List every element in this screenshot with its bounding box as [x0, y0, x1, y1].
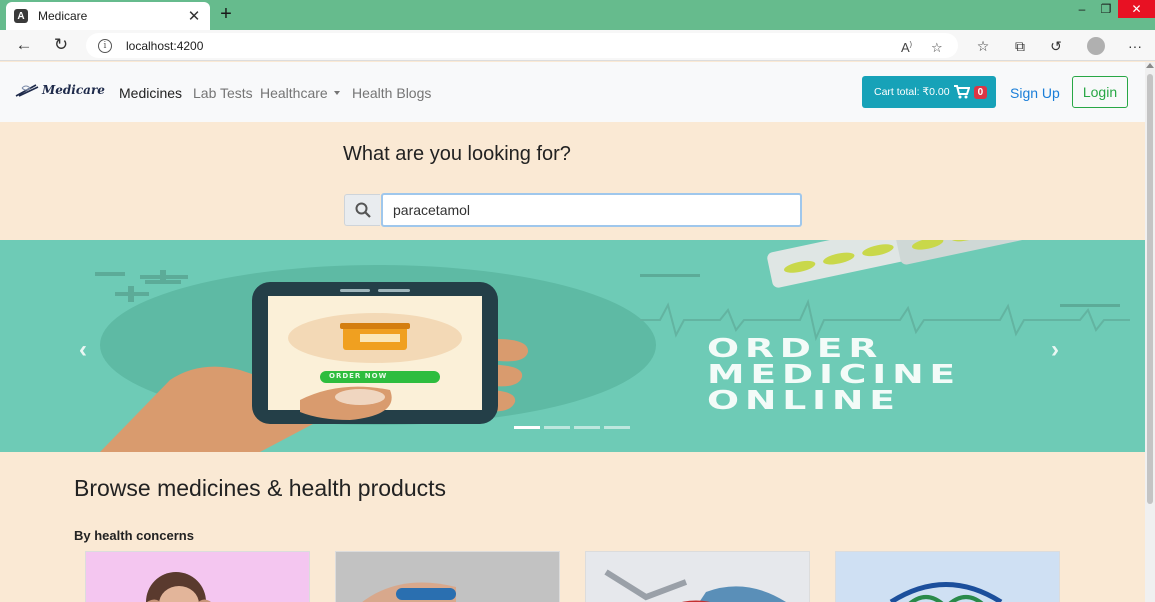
cart-total-label: Cart total: ₹0.00: [874, 86, 950, 98]
read-aloud-icon[interactable]: A): [901, 40, 912, 55]
window-close-icon[interactable]: ✕: [1118, 0, 1155, 18]
history-icon[interactable]: ↺: [1045, 35, 1067, 57]
health-concerns-label: By health concerns: [74, 528, 194, 543]
site-info-icon[interactable]: i: [98, 38, 112, 53]
carousel-indicator[interactable]: [514, 426, 540, 429]
address-bar[interactable]: i localhost:4200 A) ☆: [86, 33, 958, 58]
search-icon: [355, 202, 371, 218]
tab-close-icon[interactable]: ✕: [186, 7, 202, 25]
health-concern-card-2[interactable]: [335, 551, 560, 602]
tab-title: Medicare: [38, 9, 88, 23]
doctor-consult-image: [586, 552, 809, 602]
search-input[interactable]: [381, 193, 802, 227]
restore-icon[interactable]: ❐: [1094, 0, 1118, 18]
browser-tab-strip: A Medicare ✕ + – ❐ ✕: [0, 0, 1155, 30]
new-tab-icon[interactable]: +: [216, 4, 236, 24]
headline-line-3: ONLINE: [707, 386, 901, 416]
favorite-add-icon[interactable]: ☆: [931, 40, 943, 56]
caret-down-icon: [333, 91, 340, 95]
avatar: [1087, 37, 1105, 55]
cart-icon: [953, 85, 970, 99]
site-navbar: Medicare Medicines Lab Tests Healthcare …: [0, 62, 1145, 122]
back-icon[interactable]: ←: [12, 34, 36, 56]
scroll-thumb[interactable]: [1147, 74, 1153, 504]
order-now-label: ORDER NOW: [329, 372, 388, 380]
headline-line-2: MEDICINE: [707, 360, 961, 390]
carousel-indicator[interactable]: [544, 426, 570, 429]
headline-line-1: ORDER: [707, 334, 884, 364]
browser-tab[interactable]: A Medicare ✕: [6, 2, 210, 30]
health-concern-card-3[interactable]: [585, 551, 810, 602]
carousel-indicator[interactable]: [604, 426, 630, 429]
search-heading: What are you looking for?: [343, 143, 571, 165]
carousel-indicator[interactable]: [574, 426, 600, 429]
nav-link-lab-tests[interactable]: Lab Tests: [193, 85, 253, 101]
browse-heading: Browse medicines & health products: [74, 475, 447, 501]
signup-link[interactable]: Sign Up: [1010, 85, 1060, 101]
carousel-prev-icon[interactable]: ‹: [79, 336, 87, 364]
browser-toolbar: ← ↻ i localhost:4200 A) ☆ ☆ ⧉ ↺ ···: [0, 30, 1155, 61]
brand-logo[interactable]: Medicare: [14, 82, 105, 98]
cart-count-badge: 0: [973, 85, 988, 99]
reload-icon[interactable]: ↻: [49, 34, 73, 56]
health-concern-card-4[interactable]: [835, 551, 1060, 602]
brand-name: Medicare: [42, 83, 105, 97]
search-addon[interactable]: [344, 194, 380, 226]
favorites-icon[interactable]: ☆: [972, 35, 994, 57]
order-medicine-banner-illustration: [95, 240, 1130, 452]
caduceus-logo-icon: [15, 84, 39, 97]
carousel-headline: ORDER MEDICINE ONLINE: [707, 336, 955, 414]
collections-icon[interactable]: ⧉: [1009, 35, 1031, 57]
page-scrollbar[interactable]: [1145, 62, 1155, 602]
health-concern-card-1[interactable]: [85, 551, 310, 602]
cart-button[interactable]: Cart total: ₹0.00 0: [862, 76, 996, 108]
nav-dropdown-healthcare[interactable]: Healthcare: [260, 85, 340, 101]
minimize-icon[interactable]: –: [1070, 0, 1094, 18]
profile-avatar[interactable]: [1085, 35, 1107, 57]
carousel-next-icon[interactable]: ›: [1051, 336, 1059, 364]
promo-carousel: ORDER NOW ORDER MEDICINE ONLINE ‹ ›: [0, 240, 1145, 452]
more-menu-icon[interactable]: ···: [1124, 35, 1146, 57]
person-headache-image: [146, 572, 211, 602]
nav-link-health-blogs[interactable]: Health Blogs: [352, 85, 431, 101]
login-button[interactable]: Login: [1072, 76, 1128, 108]
ayurveda-logo-image: [836, 552, 1059, 602]
carousel-indicators: [514, 426, 630, 429]
angular-favicon-icon: A: [14, 9, 28, 23]
url-text: localhost:4200: [126, 38, 204, 53]
blood-test-image: [336, 552, 559, 602]
scroll-up-icon[interactable]: [1146, 63, 1154, 68]
nav-link-medicines[interactable]: Medicines: [119, 85, 182, 101]
nav-link-healthcare: Healthcare: [260, 85, 328, 101]
